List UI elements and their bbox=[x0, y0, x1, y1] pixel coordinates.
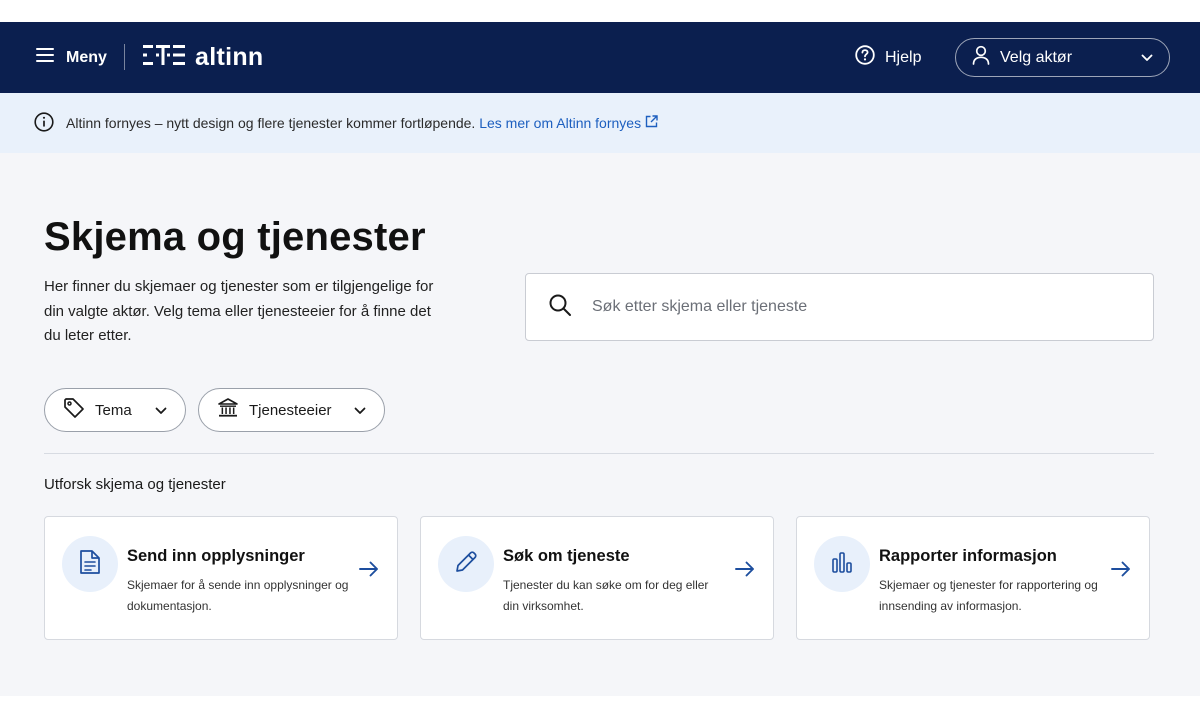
search-icon bbox=[548, 293, 572, 322]
altinn-logo[interactable]: altinn bbox=[143, 22, 263, 93]
bar-chart-icon bbox=[830, 550, 854, 579]
filter-tema-label: Tema bbox=[95, 401, 132, 419]
card-description: Skjemaer og tjenester for rapportering o… bbox=[879, 578, 1098, 613]
altinn-logo-icon bbox=[143, 45, 185, 70]
arrow-right-icon bbox=[359, 561, 379, 582]
document-icon bbox=[79, 549, 101, 580]
hamburger-icon bbox=[36, 48, 54, 67]
actor-label: Velg aktør bbox=[1000, 48, 1073, 66]
section-divider bbox=[44, 453, 1154, 454]
chevron-down-icon bbox=[155, 402, 167, 419]
card-send-inn-opplysninger[interactable]: Send inn opplysninger Skjemaer for å sen… bbox=[44, 516, 398, 640]
card-description: Tjenester du kan søke om for deg eller d… bbox=[503, 578, 709, 613]
menu-button[interactable]: Meny bbox=[36, 22, 107, 93]
help-label: Hjelp bbox=[885, 48, 922, 66]
filter-tjenesteeier-button[interactable]: Tjenesteeier bbox=[198, 388, 385, 432]
external-link-icon bbox=[645, 115, 658, 131]
arrow-right-icon bbox=[1111, 561, 1131, 582]
banner-text: Altinn fornyes – nytt design og flere tj… bbox=[66, 115, 476, 131]
card-sok-om-tjeneste[interactable]: Søk om tjeneste Tjenester du kan søke om… bbox=[420, 516, 774, 640]
header-divider bbox=[124, 44, 125, 70]
card-title: Send inn opplysninger bbox=[127, 547, 305, 565]
filter-tjenesteeier-label: Tjenesteeier bbox=[249, 401, 332, 419]
banner-link-text: Les mer om Altinn fornyes bbox=[479, 115, 642, 131]
top-header: Meny altinn Hjelp Velg aktør bbox=[0, 22, 1200, 93]
search-box[interactable] bbox=[525, 273, 1154, 341]
person-icon bbox=[972, 45, 990, 70]
card-icon-badge bbox=[438, 536, 494, 592]
banner-link[interactable]: Les mer om Altinn fornyes bbox=[479, 115, 658, 131]
page-title: Skjema og tjenester bbox=[44, 215, 426, 259]
question-circle-icon bbox=[855, 45, 875, 70]
card-description: Skjemaer for å sende inn opplysninger og… bbox=[127, 578, 349, 613]
card-title: Søk om tjeneste bbox=[503, 547, 630, 565]
filter-tema-button[interactable]: Tema bbox=[44, 388, 186, 432]
section-title: Utforsk skjema og tjenester bbox=[44, 476, 226, 493]
search-input[interactable] bbox=[592, 298, 1112, 316]
tag-icon bbox=[63, 397, 85, 423]
pencil-icon bbox=[453, 549, 479, 580]
logo-text: altinn bbox=[195, 43, 264, 71]
card-title: Rapporter informasjon bbox=[879, 547, 1057, 565]
page: Meny altinn Hjelp Velg aktør Altinn forn… bbox=[0, 0, 1200, 720]
chevron-down-icon bbox=[354, 402, 366, 419]
menu-label: Meny bbox=[66, 48, 107, 66]
select-actor-button[interactable]: Velg aktør bbox=[955, 38, 1170, 77]
card-icon-badge bbox=[814, 536, 870, 592]
card-rapporter-informasjon[interactable]: Rapporter informasjon Skjemaer og tjenes… bbox=[796, 516, 1150, 640]
intro-text: Her finner du skjemaer og tjenester som … bbox=[44, 278, 434, 344]
main-content: Skjema og tjenester Her finner du skjema… bbox=[0, 153, 1200, 696]
info-banner: Altinn fornyes – nytt design og flere tj… bbox=[0, 93, 1200, 153]
bottom-strip bbox=[0, 696, 1200, 720]
info-icon bbox=[34, 111, 54, 135]
chevron-down-icon bbox=[1141, 49, 1153, 67]
institution-icon bbox=[217, 397, 239, 423]
arrow-right-icon bbox=[735, 561, 755, 582]
help-button[interactable]: Hjelp bbox=[855, 22, 921, 93]
card-icon-badge bbox=[62, 536, 118, 592]
